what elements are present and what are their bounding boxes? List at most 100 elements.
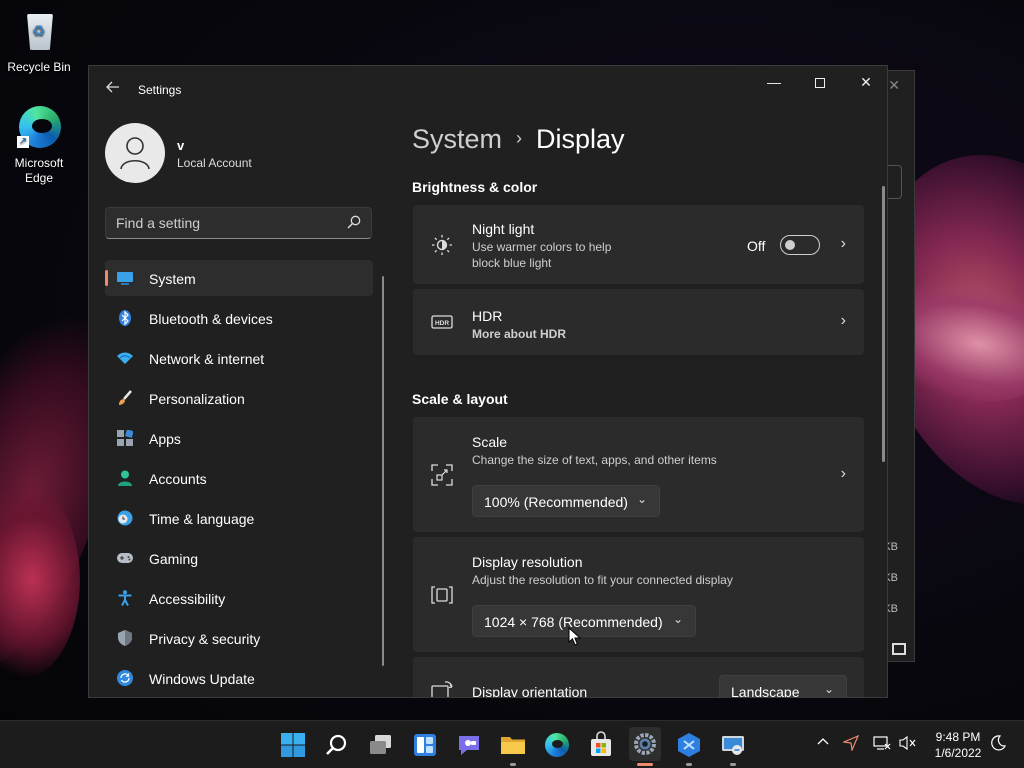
microsoft-store-icon[interactable] xyxy=(587,731,615,759)
night-light-state-label: Off xyxy=(747,238,766,254)
network-icon[interactable] xyxy=(872,735,892,755)
breadcrumb: System › Display xyxy=(412,124,625,155)
taskbar: 9:48 PM 1/6/2022 xyxy=(0,720,1024,768)
window-title: Settings xyxy=(138,83,182,97)
scale-title: Scale xyxy=(472,434,508,450)
display-resolution-card[interactable]: Display resolution Adjust the resolution… xyxy=(413,537,864,652)
desktop-icon-edge[interactable]: ↗ Microsoft Edge xyxy=(1,104,77,186)
clock-time: 9:48 PM xyxy=(935,730,981,744)
minimize-button[interactable]: — xyxy=(751,66,797,98)
night-light-title: Night light xyxy=(472,221,535,237)
chat-icon[interactable] xyxy=(455,731,483,759)
sidebar-item-bluetooth[interactable]: Bluetooth & devices xyxy=(105,300,373,336)
windows-start-icon[interactable] xyxy=(279,731,307,759)
accessibility-icon xyxy=(118,590,132,606)
task-view-icon[interactable] xyxy=(367,731,395,759)
sidebar-item-label: Network & internet xyxy=(149,351,265,367)
sidebar-item-system[interactable]: System xyxy=(105,260,373,296)
scale-description: Change the size of text, apps, and other… xyxy=(472,453,717,467)
show-hidden-icons-chevron-up-icon[interactable] xyxy=(813,735,833,755)
close-icon[interactable]: ✕ xyxy=(888,77,900,94)
sidebar-nav: System Bluetooth & devices Network & int… xyxy=(105,260,373,697)
wifi-icon xyxy=(117,352,133,364)
display-resolution-dropdown[interactable]: 1024 × 768 (Recommended) ⌄ xyxy=(472,605,696,637)
chevron-right-icon[interactable]: › xyxy=(841,235,846,253)
hdr-title: HDR xyxy=(472,308,503,324)
avatar[interactable] xyxy=(105,123,165,183)
sidebar-item-windows-update[interactable]: Windows Update xyxy=(105,660,373,696)
sidebar-item-network[interactable]: Network & internet xyxy=(105,340,373,376)
gamepad-icon xyxy=(117,553,133,563)
remote-desktop-icon[interactable] xyxy=(719,731,747,759)
mouse-cursor-icon xyxy=(568,627,582,646)
title-bar[interactable]: Settings — ✕ xyxy=(89,66,887,112)
display-orientation-title: Display orientation xyxy=(472,684,588,698)
volume-muted-icon[interactable] xyxy=(898,735,918,755)
settings-gear-icon xyxy=(634,733,656,755)
system-clock[interactable]: 9:48 PM 1/6/2022 xyxy=(928,729,988,761)
sidebar-item-label: Apps xyxy=(149,431,181,447)
focus-assist-moon-icon[interactable] xyxy=(988,735,1008,755)
sidebar-item-apps[interactable]: Apps xyxy=(105,420,373,456)
chevron-down-icon: ⌄ xyxy=(636,492,647,506)
taskbar-settings-button[interactable] xyxy=(629,727,661,761)
sidebar-item-time-language[interactable]: Time & language xyxy=(105,500,373,536)
night-light-description: Use warmer colors to help xyxy=(472,240,612,254)
settings-window: Settings — ✕ v Local Account System Blue… xyxy=(88,65,888,698)
hdr-icon: HDR xyxy=(431,315,453,329)
sidebar-item-label: System xyxy=(149,271,196,287)
search-input[interactable] xyxy=(106,208,336,238)
shortcut-arrow-icon: ↗ xyxy=(17,136,29,148)
scale-dropdown[interactable]: 100% (Recommended) ⌄ xyxy=(472,485,660,517)
sidebar-item-label: Accounts xyxy=(149,471,207,487)
chevron-right-icon[interactable]: › xyxy=(841,465,846,483)
file-explorer-icon[interactable] xyxy=(499,731,527,759)
maximize-button[interactable] xyxy=(797,66,843,98)
user-name: v xyxy=(177,138,185,153)
content-scrollbar[interactable] xyxy=(882,186,885,462)
chevron-down-icon: ⌄ xyxy=(672,612,683,626)
sidebar-item-privacy-security[interactable]: Privacy & security xyxy=(105,620,373,656)
running-indicator xyxy=(730,763,736,766)
globe-clock-icon xyxy=(117,510,133,526)
bluetooth-icon xyxy=(119,310,131,326)
sidebar-scrollbar[interactable] xyxy=(382,276,384,666)
night-light-card[interactable]: Night light Use warmer colors to help bl… xyxy=(413,205,864,284)
hdr-learn-more-link[interactable]: More about HDR xyxy=(472,326,566,342)
maximize-icon xyxy=(815,78,825,89)
display-resolution-title: Display resolution xyxy=(472,554,583,570)
edge-logo-icon: ↗ xyxy=(15,104,63,152)
location-icon[interactable] xyxy=(841,734,861,755)
display-orientation-card[interactable]: Display orientation Landscape ⌄ xyxy=(413,657,864,698)
monitor-icon xyxy=(117,272,133,285)
night-light-toggle[interactable] xyxy=(780,235,820,255)
sidebar-item-accounts[interactable]: Accounts xyxy=(105,460,373,496)
night-light-icon xyxy=(432,235,452,255)
scale-card[interactable]: Scale Change the size of text, apps, and… xyxy=(413,417,864,532)
sidebar-item-label: Personalization xyxy=(149,391,245,407)
view-toggle-icon[interactable] xyxy=(892,643,906,655)
search-box[interactable] xyxy=(105,207,372,239)
sidebar-item-label: Accessibility xyxy=(149,591,226,607)
breadcrumb-parent[interactable]: System xyxy=(412,124,502,154)
close-button[interactable]: ✕ xyxy=(843,66,887,98)
hdr-card[interactable]: HDR HDR More about HDR › xyxy=(413,289,864,355)
edge-browser-icon[interactable] xyxy=(543,731,571,759)
sidebar-item-personalization[interactable]: Personalization xyxy=(105,380,373,416)
desktop-icon-recycle-bin[interactable]: Recycle Bin xyxy=(1,8,77,74)
sidebar-item-accessibility[interactable]: Accessibility xyxy=(105,580,373,616)
sidebar-item-gaming[interactable]: Gaming xyxy=(105,540,373,576)
display-orientation-dropdown[interactable]: Landscape ⌄ xyxy=(719,675,847,698)
active-indicator xyxy=(637,763,653,766)
widgets-icon[interactable] xyxy=(411,731,439,759)
search-icon[interactable] xyxy=(347,215,361,229)
recycle-bin-icon xyxy=(15,8,63,56)
display-orientation-value: Landscape xyxy=(731,684,800,698)
chevron-right-icon[interactable]: › xyxy=(841,312,846,330)
taskbar-search-icon[interactable] xyxy=(323,731,351,759)
brush-icon xyxy=(119,390,132,405)
app-icon[interactable] xyxy=(675,731,703,759)
sidebar-item-label: Privacy & security xyxy=(149,631,261,647)
back-button[interactable] xyxy=(103,79,123,99)
person-icon xyxy=(118,470,132,486)
